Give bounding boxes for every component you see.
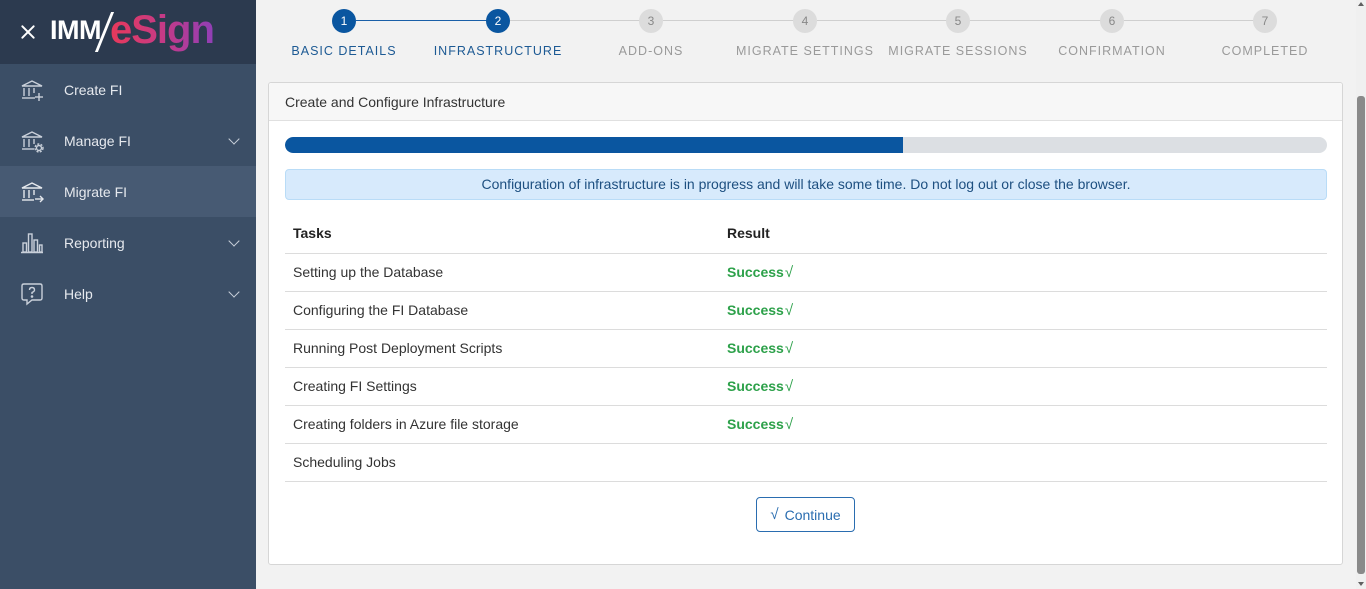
step-label: INFRASTRUCTURE: [433, 44, 563, 58]
step-number: 7: [1253, 9, 1277, 33]
status-success: Success: [727, 377, 784, 394]
step-migrate-settings: 4 MIGRATE SETTINGS: [725, 0, 885, 58]
step-number: 6: [1100, 9, 1124, 33]
close-icon[interactable]: [18, 22, 38, 42]
checkmark-icon: √: [784, 377, 794, 395]
bank-arrow-icon: [20, 180, 44, 204]
status-success: Success: [727, 339, 784, 356]
step-migrate-sessions: 5 MIGRATE SESSIONS: [878, 0, 1038, 58]
step-label: CONFIRMATION: [1058, 44, 1166, 58]
task-cell: Configuring the FI Database: [285, 291, 719, 330]
result-cell: Success√: [719, 405, 1327, 444]
result-cell: Success√: [719, 367, 1327, 406]
result-cell: Success√: [719, 253, 1327, 292]
step-label: ADD-ONS: [618, 44, 684, 58]
step-label: COMPLETED: [1221, 44, 1309, 58]
sidebar-item-label: Create FI: [64, 81, 123, 98]
step-basic-details[interactable]: 1 BASIC DETAILS: [264, 0, 424, 58]
sidebar-item-help[interactable]: Help: [0, 268, 256, 319]
step-number: 2: [486, 9, 510, 33]
sidebar-item-migrate-fi[interactable]: Migrate FI: [0, 166, 256, 217]
status-success: Success: [727, 263, 784, 280]
chevron-down-icon: [228, 133, 240, 145]
card-title: Create and Configure Infrastructure: [269, 83, 1342, 121]
bar-chart-icon: [20, 231, 44, 255]
column-header-tasks: Tasks: [285, 214, 719, 254]
checkmark-icon: √: [784, 339, 794, 357]
table-row: Configuring the FI Database Success√: [285, 291, 1327, 330]
progress-bar: [285, 137, 1327, 153]
scroll-down-arrow-icon[interactable]: [1358, 582, 1364, 586]
sidebar-item-create-fi[interactable]: Create FI: [0, 64, 256, 115]
status-success: Success: [727, 415, 784, 432]
table-row: Setting up the Database Success√: [285, 253, 1327, 292]
logo-esign-text: eSign: [109, 7, 215, 52]
result-cell: Success√: [719, 329, 1327, 368]
step-label: MIGRATE SETTINGS: [736, 44, 874, 58]
progress-bar-fill: [285, 137, 903, 153]
chevron-down-icon: [228, 235, 240, 247]
sidebar-item-reporting[interactable]: Reporting: [0, 217, 256, 268]
task-cell: Creating folders in Azure file storage: [285, 405, 719, 444]
sidebar-item-label: Reporting: [64, 234, 125, 251]
task-cell: Scheduling Jobs: [285, 443, 719, 482]
checkmark-icon: √: [784, 263, 794, 281]
result-cell: [719, 443, 1327, 482]
result-cell: Success√: [719, 291, 1327, 330]
column-header-result: Result: [719, 214, 1327, 254]
logo-imm-text: IMM: [50, 14, 101, 45]
tasks-table: Tasks Result Setting up the Database Suc…: [285, 214, 1327, 482]
question-bubble-icon: [20, 282, 44, 306]
checkmark-icon: √: [784, 301, 794, 319]
step-confirmation: 6 CONFIRMATION: [1032, 0, 1192, 58]
task-cell: Running Post Deployment Scripts: [285, 329, 719, 368]
chevron-down-icon: [228, 286, 240, 298]
logo: IMM eSign: [50, 7, 215, 53]
bank-gear-icon: [20, 129, 44, 153]
scroll-up-arrow-icon[interactable]: [1358, 2, 1364, 6]
bank-plus-icon: [20, 78, 44, 102]
sidebar-item-label: Help: [64, 285, 93, 302]
sidebar-item-label: Manage FI: [64, 132, 131, 149]
sidebar-header: IMM eSign: [0, 0, 256, 64]
sidebar: IMM eSign Create FI Manage FI Migrate FI: [0, 0, 256, 589]
table-row: Creating FI Settings Success√: [285, 367, 1327, 406]
table-row: Scheduling Jobs: [285, 443, 1327, 482]
task-cell: Creating FI Settings: [285, 367, 719, 406]
scrollbar-thumb[interactable]: [1357, 96, 1365, 574]
checkmark-icon: √: [770, 506, 779, 523]
table-header-row: Tasks Result: [285, 214, 1327, 254]
step-infrastructure[interactable]: 2 INFRASTRUCTURE: [418, 0, 578, 58]
sidebar-item-manage-fi[interactable]: Manage FI: [0, 115, 256, 166]
continue-button[interactable]: √ Continue: [756, 497, 855, 532]
step-number: 3: [639, 9, 663, 33]
continue-button-label: Continue: [784, 506, 841, 523]
checkmark-icon: √: [784, 415, 794, 433]
sidebar-item-label: Migrate FI: [64, 183, 128, 200]
table-row: Creating folders in Azure file storage S…: [285, 405, 1327, 444]
step-label: MIGRATE SESSIONS: [888, 44, 1028, 58]
info-alert: Configuration of infrastructure is in pr…: [285, 169, 1327, 200]
infrastructure-card: Create and Configure Infrastructure Conf…: [268, 82, 1343, 565]
step-completed: 7 COMPLETED: [1185, 0, 1345, 58]
table-row: Running Post Deployment Scripts Success√: [285, 329, 1327, 368]
task-cell: Setting up the Database: [285, 253, 719, 292]
step-number: 4: [793, 9, 817, 33]
step-add-ons: 3 ADD-ONS: [571, 0, 731, 58]
step-number: 1: [332, 9, 356, 33]
stepper: 1 BASIC DETAILS 2 INFRASTRUCTURE 3 ADD-O…: [268, 0, 1342, 70]
step-number: 5: [946, 9, 970, 33]
step-label: BASIC DETAILS: [291, 44, 397, 58]
status-success: Success: [727, 301, 784, 318]
page-scrollbar[interactable]: [1356, 0, 1366, 589]
